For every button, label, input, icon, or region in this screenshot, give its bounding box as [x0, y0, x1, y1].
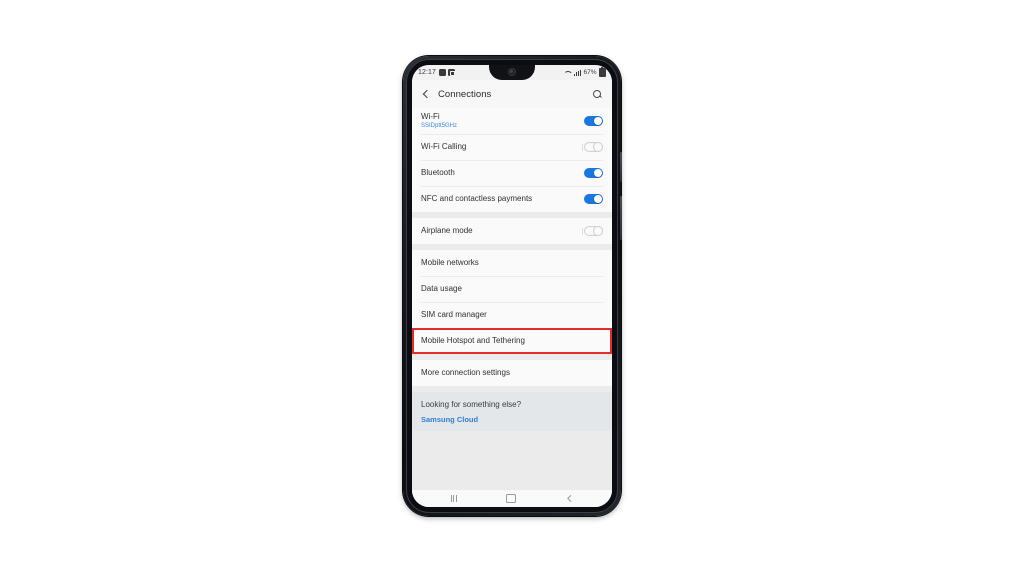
settings-row-label: NFC and contactless payments — [421, 194, 533, 204]
settings-row-wifi[interactable]: Wi-Fi SSIDptt5GHz — [412, 108, 612, 134]
search-icon[interactable] — [592, 89, 603, 100]
settings-row-bluetooth[interactable]: Bluetooth — [412, 160, 612, 186]
promo-banner: Looking for something else? Samsung Clou… — [412, 392, 612, 431]
promo-title: Looking for something else? — [421, 400, 522, 409]
page-title: Connections — [438, 88, 492, 100]
wifi-calling-toggle[interactable] — [581, 142, 603, 152]
row-texts: Mobile networks — [421, 254, 603, 271]
cellular-signal-icon — [573, 69, 581, 76]
settings-list[interactable]: Wi-Fi SSIDptt5GHz Wi-Fi Calling Bluetoot… — [412, 108, 612, 490]
settings-row-mobile-networks[interactable]: Mobile networks — [412, 250, 612, 276]
recents-icon[interactable] — [450, 495, 458, 502]
row-texts: More connection settings — [421, 364, 603, 381]
settings-row-nfc[interactable]: NFC and contactless payments — [412, 186, 612, 212]
phone-screen: 12:17 67% Connections Wi-Fi SSIDptt5GHz … — [412, 65, 612, 507]
nfc-toggle[interactable] — [584, 194, 603, 204]
settings-row-data-usage[interactable]: Data usage — [412, 276, 612, 302]
front-camera-icon — [508, 68, 516, 76]
row-texts: Airplane mode — [421, 222, 584, 239]
settings-row-label: Wi-Fi — [421, 112, 440, 122]
row-texts: Wi-Fi Calling — [421, 138, 584, 155]
settings-row-label: More connection settings — [421, 368, 510, 378]
home-icon[interactable] — [506, 493, 516, 504]
phone-device: 12:17 67% Connections Wi-Fi SSIDptt5GHz … — [403, 56, 622, 516]
samsung-cloud-link[interactable]: Samsung Cloud — [421, 415, 603, 424]
notch — [489, 65, 535, 80]
navigation-bar — [412, 490, 612, 507]
wifi-ssid-label: SSIDptt5GHz — [421, 122, 458, 129]
status-bar-right: 67% — [563, 67, 606, 77]
settings-row-mobile-hotspot-and-tethering[interactable]: Mobile Hotspot and Tethering — [412, 328, 612, 354]
settings-row-label: Data usage — [421, 284, 462, 294]
screen-record-icon — [438, 69, 446, 76]
airplane-mode-toggle[interactable] — [581, 226, 603, 236]
settings-row-label: Bluetooth — [421, 168, 455, 178]
settings-row-label: Mobile networks — [421, 258, 479, 268]
settings-row-airplane-mode[interactable]: Airplane mode — [412, 218, 612, 244]
settings-row-sim-card-manager[interactable]: SIM card manager — [412, 302, 612, 328]
power-button[interactable] — [620, 152, 622, 182]
status-bar-clock: 12:17 — [418, 69, 437, 76]
settings-section-mobile: Mobile networks Data usage SIM card mana… — [412, 250, 612, 354]
row-texts: Wi-Fi SSIDptt5GHz — [421, 108, 584, 133]
app-badge-icon — [448, 69, 456, 77]
settings-row-label: Airplane mode — [421, 226, 473, 236]
row-texts: Mobile Hotspot and Tethering — [421, 332, 603, 349]
chevron-left-icon[interactable] — [421, 90, 430, 99]
settings-section-wireless: Wi-Fi SSIDptt5GHz Wi-Fi Calling Bluetoot… — [412, 108, 612, 212]
battery-percent-label: 67% — [583, 69, 597, 76]
row-texts: NFC and contactless payments — [421, 190, 584, 207]
status-bar-left: 12:17 — [418, 69, 456, 77]
wifi-toggle[interactable] — [584, 116, 603, 126]
back-icon[interactable] — [565, 495, 573, 503]
settings-row-more-connection-settings[interactable]: More connection settings — [412, 360, 612, 386]
wifi-icon — [563, 70, 571, 76]
settings-row-label: SIM card manager — [421, 310, 487, 320]
row-texts: Bluetooth — [421, 164, 584, 181]
settings-row-label: Wi-Fi Calling — [421, 142, 467, 152]
volume-button[interactable] — [620, 196, 622, 240]
row-texts: SIM card manager — [421, 306, 603, 323]
settings-row-wifi-calling[interactable]: Wi-Fi Calling — [412, 134, 612, 160]
battery-icon — [599, 67, 606, 77]
settings-section-more: More connection settings — [412, 360, 612, 386]
app-bar: Connections — [412, 80, 612, 108]
row-texts: Data usage — [421, 280, 603, 297]
bluetooth-toggle[interactable] — [584, 168, 603, 178]
settings-section-airplane: Airplane mode — [412, 218, 612, 244]
settings-row-label: Mobile Hotspot and Tethering — [421, 336, 525, 346]
